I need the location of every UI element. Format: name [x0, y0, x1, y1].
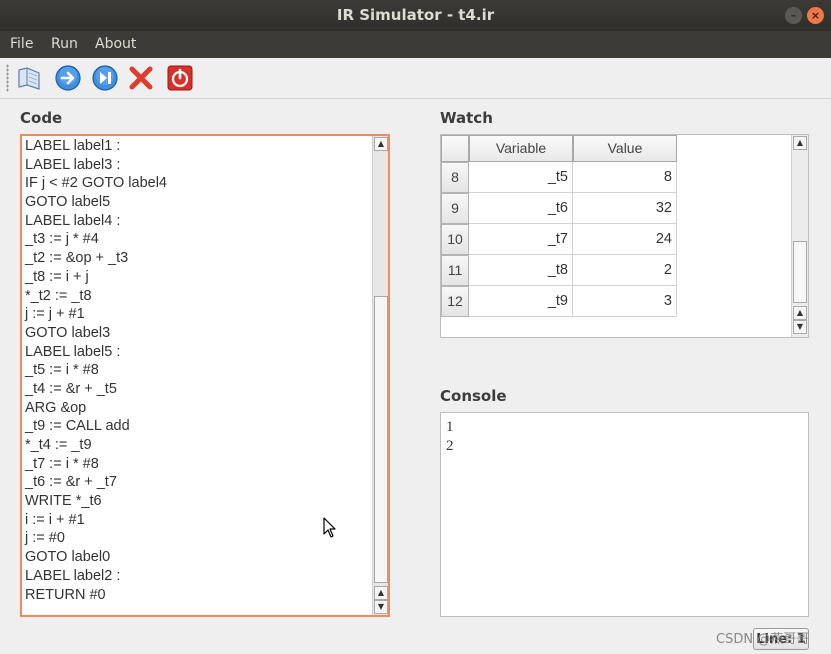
value-cell[interactable]: 8: [573, 162, 677, 193]
column-header-value[interactable]: Value: [573, 135, 677, 162]
console-line: 1: [446, 419, 454, 435]
code-line[interactable]: _t8 := i + j: [25, 268, 167, 287]
code-line[interactable]: _t3 := j * #4: [25, 230, 167, 249]
code-line[interactable]: LABEL label2 :: [25, 567, 167, 586]
scroll-down-button[interactable]: ▼: [793, 320, 807, 334]
console-line: 2: [446, 438, 454, 454]
code-line[interactable]: _t7 := i * #8: [25, 455, 167, 474]
code-editor[interactable]: LABEL label1 : LABEL label3 : IF j < #2 GO…: [20, 134, 390, 617]
scroll-up-button[interactable]: ▲: [374, 137, 388, 151]
table-row[interactable]: 11 _t8 2: [441, 255, 677, 286]
code-line[interactable]: *_t4 := _t9: [25, 436, 167, 455]
code-line[interactable]: RETURN #0: [25, 586, 167, 605]
value-cell[interactable]: 32: [573, 193, 677, 224]
table-row[interactable]: 12 _t9 3: [441, 286, 677, 317]
value-cell[interactable]: 24: [573, 224, 677, 255]
code-line[interactable]: _t9 := CALL add: [25, 417, 167, 436]
variable-cell[interactable]: _t6: [469, 193, 573, 224]
watch-label: Watch: [440, 109, 493, 127]
code-line[interactable]: LABEL label1 :: [25, 137, 167, 156]
stop-icon[interactable]: [127, 64, 155, 92]
row-header-corner: [441, 135, 469, 162]
row-number[interactable]: 11: [441, 255, 469, 286]
watermark: CSDN @燕哥哥: [716, 632, 810, 647]
row-number[interactable]: 12: [441, 286, 469, 317]
code-line[interactable]: GOTO label3: [25, 324, 167, 343]
table-row[interactable]: 8 _t5 8: [441, 162, 677, 193]
scroll-up-button[interactable]: ▲: [793, 306, 807, 320]
console-lines: 12: [446, 418, 454, 456]
exit-icon[interactable]: [166, 64, 194, 92]
minimize-button[interactable]: –: [785, 7, 802, 24]
code-scrollbar[interactable]: ▲ ▲ ▼: [372, 136, 388, 615]
code-line[interactable]: GOTO label5: [25, 193, 167, 212]
value-cell[interactable]: 2: [573, 255, 677, 286]
open-file-icon[interactable]: [15, 64, 43, 92]
code-line[interactable]: LABEL label4 :: [25, 212, 167, 231]
step-icon[interactable]: [91, 64, 119, 92]
scroll-down-button[interactable]: ▼: [374, 600, 388, 614]
scroll-thumb[interactable]: [793, 241, 807, 303]
row-number[interactable]: 8: [441, 162, 469, 193]
row-number[interactable]: 10: [441, 224, 469, 255]
row-number[interactable]: 9: [441, 193, 469, 224]
watch-scrollbar[interactable]: ▲ ▲ ▼: [791, 135, 808, 337]
variable-cell[interactable]: _t9: [469, 286, 573, 317]
menu-about[interactable]: About: [95, 36, 136, 52]
code-line[interactable]: _t4 := &r + _t5: [25, 380, 167, 399]
code-line[interactable]: WRITE *_t6: [25, 492, 167, 511]
scroll-up-button[interactable]: ▲: [793, 136, 807, 150]
toolbar-grip[interactable]: [6, 64, 9, 92]
watch-table[interactable]: 7_t4168_t589_t63210_t72411_t8212_t93 Var…: [440, 134, 809, 338]
code-line[interactable]: _t2 := &op + _t3: [25, 249, 167, 268]
scroll-thumb[interactable]: [374, 296, 388, 583]
menu-bar: File Run About: [0, 31, 831, 58]
variable-cell[interactable]: _t7: [469, 224, 573, 255]
title-bar: IR Simulator - t4.ir – ×: [0, 0, 831, 31]
code-lines: LABEL label1 : LABEL label3 : IF j < #2 GO…: [25, 137, 167, 604]
window-title: IR Simulator - t4.ir: [336, 6, 495, 24]
code-line[interactable]: j := j + #1: [25, 305, 167, 324]
console-output[interactable]: 12: [440, 412, 809, 617]
mouse-cursor-icon: [323, 517, 336, 538]
console-label: Console: [440, 387, 507, 405]
variable-cell[interactable]: _t8: [469, 255, 573, 286]
code-line[interactable]: i := i + #1: [25, 511, 167, 530]
code-line[interactable]: LABEL label3 :: [25, 156, 167, 175]
code-line[interactable]: IF j < #2 GOTO label4: [25, 174, 167, 193]
table-row[interactable]: 10 _t7 24: [441, 224, 677, 255]
menu-file[interactable]: File: [10, 36, 33, 52]
table-row[interactable]: 9 _t6 32: [441, 193, 677, 224]
variable-cell[interactable]: _t5: [469, 162, 573, 193]
code-line[interactable]: _t6 := &r + _t7: [25, 473, 167, 492]
scroll-up-button[interactable]: ▲: [374, 586, 388, 600]
code-line[interactable]: _t5 := i * #8: [25, 361, 167, 380]
code-line[interactable]: j := #0: [25, 529, 167, 548]
toolbar: [0, 58, 831, 99]
run-icon[interactable]: [54, 64, 82, 92]
code-label: Code: [20, 109, 63, 127]
column-header-variable[interactable]: Variable: [469, 135, 573, 162]
code-line[interactable]: LABEL label5 :: [25, 343, 167, 362]
code-line[interactable]: GOTO label0: [25, 548, 167, 567]
menu-run[interactable]: Run: [51, 36, 78, 52]
code-line[interactable]: ARG &op: [25, 399, 167, 418]
code-line[interactable]: *_t2 := _t8: [25, 287, 167, 306]
close-button[interactable]: ×: [807, 7, 824, 24]
value-cell[interactable]: 3: [573, 286, 677, 317]
